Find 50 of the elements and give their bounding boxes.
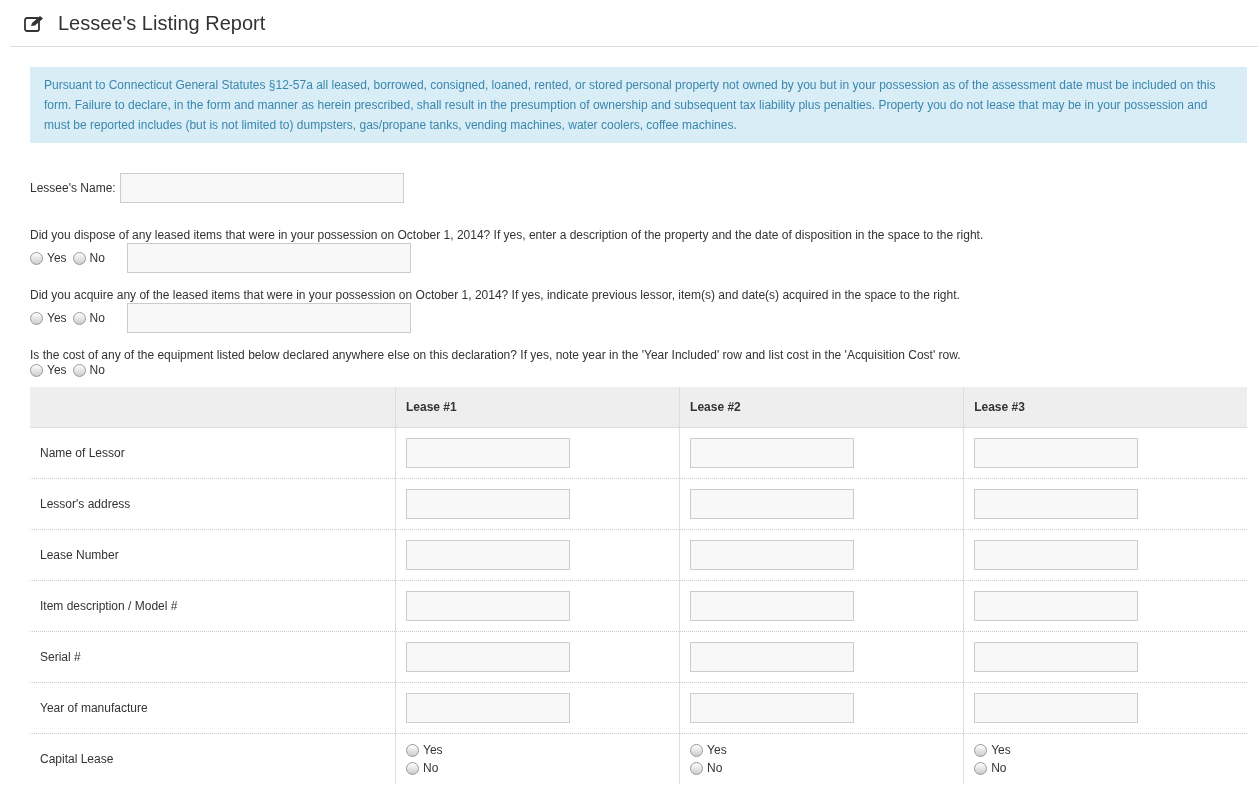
radio-option[interactable]: Yes: [974, 743, 1237, 757]
input-field[interactable]: [406, 693, 570, 723]
question-text: Did you dispose of any leased items that were in your possession on October 1, 2014? If yes, enter a description of the property and the date of disposition in the space to the right.: [30, 227, 985, 243]
row-label: Serial #: [30, 631, 396, 683]
column-header: Lease #1: [395, 387, 680, 428]
input-field[interactable]: [406, 540, 570, 570]
question-text: Did you acquire any of the leased items that were in your possession on October 1, 2014? If yes, indicate previous lessor, item(s) and date(s) acquired in the space to the right.: [30, 287, 961, 303]
row-label: Name of Lessor: [30, 427, 396, 479]
radio-option[interactable]: No: [72, 363, 105, 377]
input-field[interactable]: [406, 591, 570, 621]
radio-option[interactable]: No: [974, 761, 1237, 775]
column-header: Lease #3: [963, 387, 1247, 428]
input-field[interactable]: [406, 489, 570, 519]
row-label: Lease Number: [30, 529, 396, 581]
radio-option[interactable]: Yes: [30, 251, 67, 265]
row-label: Capital Lease: [30, 733, 396, 784]
input-field[interactable]: [974, 693, 1139, 723]
input-field[interactable]: [690, 489, 855, 519]
row-label: Year of manufacture: [30, 682, 396, 734]
radio-option[interactable]: No: [690, 761, 954, 775]
question-text: Is the cost of any of the equipment listed below declared anywhere else on this declaration? If yes, note year in the 'Year Included' row and list cost in the 'Acquisition Cost' row.: [30, 347, 962, 363]
radio-option[interactable]: Yes: [690, 743, 954, 757]
field-label: Lessee's Name:: [30, 181, 116, 195]
notice-text: Pursuant to Connecticut General Statutes §12-57a all leased, borrowed, consigned, loaned, rented, or stored personal property not owned by you but in your possession as of the assessment date must be included on this form. Failure to declare, in the form and manner as herein prescribed, shall result in the presumption of ownership and subsequent tax liability plus penalties. Property you do not lease that may be in your possession and must be reported includes (but is not limited to) dumpsters, gas/propane tanks, vending machines, water coolers, coffee machines.: [30, 67, 1247, 143]
input-field[interactable]: [406, 438, 570, 468]
radio-option[interactable]: Yes: [30, 363, 67, 377]
page-title: Lessee's Listing Report: [58, 12, 266, 35]
radio-option[interactable]: No: [72, 251, 105, 265]
input-field[interactable]: [690, 642, 855, 672]
input-field[interactable]: [690, 540, 855, 570]
radio-option[interactable]: Yes: [30, 311, 67, 325]
radio-option[interactable]: No: [72, 311, 105, 325]
input-field[interactable]: [974, 591, 1139, 621]
radio-option[interactable]: No: [406, 761, 670, 775]
input-field[interactable]: [406, 642, 570, 672]
row-label: Lessor's address: [30, 478, 396, 530]
input-field[interactable]: [974, 540, 1139, 570]
input-field[interactable]: [126, 303, 411, 333]
input-field[interactable]: [690, 438, 855, 468]
input-field[interactable]: [126, 243, 411, 273]
input-field[interactable]: [119, 173, 404, 203]
edit-icon: [24, 15, 44, 32]
input-field[interactable]: [974, 642, 1139, 672]
row-label: Item description / Model #: [30, 580, 396, 632]
input-field[interactable]: [974, 489, 1139, 519]
input-field[interactable]: [690, 693, 855, 723]
column-header: Lease #2: [679, 387, 964, 428]
radio-option[interactable]: Yes: [406, 743, 670, 757]
input-field[interactable]: [690, 591, 855, 621]
input-field[interactable]: [974, 438, 1139, 468]
